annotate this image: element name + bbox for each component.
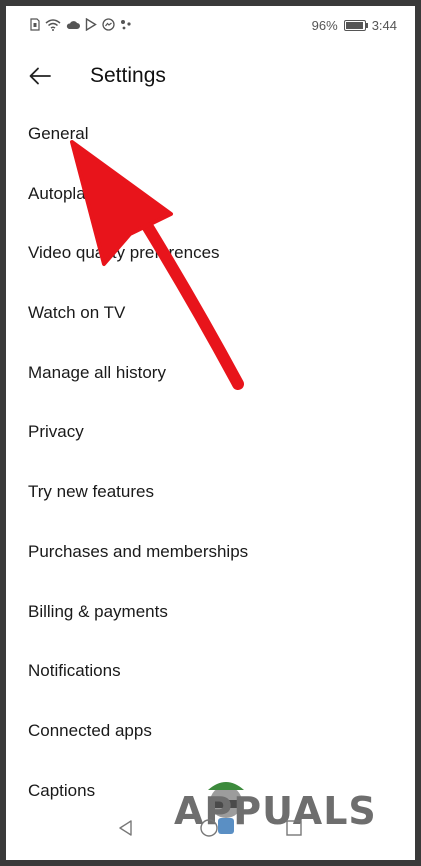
settings-item-try-new-features[interactable]: Try new features [6, 462, 415, 522]
settings-item-notifications[interactable]: Notifications [6, 641, 415, 701]
settings-item-autoplay[interactable]: Autoplay [6, 164, 415, 224]
circle-home-icon [200, 819, 218, 837]
play-store-icon [85, 18, 97, 31]
clock: 3:44 [371, 18, 397, 33]
nav-home-button[interactable] [197, 816, 221, 840]
settings-item-purchases[interactable]: Purchases and memberships [6, 522, 415, 582]
settings-item-billing[interactable]: Billing & payments [6, 582, 415, 642]
settings-item-general[interactable]: General [6, 104, 415, 164]
square-recents-icon [286, 820, 302, 836]
more-notifications-icon [121, 19, 131, 29]
triangle-back-icon [119, 820, 132, 836]
status-icons [30, 18, 132, 31]
status-bar: 96% 3:44 [6, 6, 415, 46]
arrow-left-icon [29, 67, 51, 85]
settings-item-manage-history[interactable]: Manage all history [6, 343, 415, 403]
settings-item-privacy[interactable]: Privacy [6, 402, 415, 462]
page-title: Settings [90, 64, 166, 87]
settings-list: General Autoplay Video quality preferenc… [6, 104, 415, 820]
cloud-icon [66, 20, 80, 29]
phone-screen: 96% 3:44 Settings General Autoplay Video… [0, 0, 421, 866]
messenger-icon [102, 18, 115, 31]
system-nav-bar [6, 810, 415, 846]
wifi-icon [45, 18, 61, 31]
sim-icon [30, 18, 40, 31]
back-button[interactable] [22, 58, 58, 94]
nav-back-button[interactable] [114, 816, 138, 840]
nav-recents-button[interactable] [282, 816, 306, 840]
settings-item-video-quality[interactable]: Video quality preferences [6, 223, 415, 283]
status-right: 96% 3:44 [312, 18, 397, 33]
battery-percent: 96% [311, 18, 338, 33]
app-bar: Settings [6, 50, 415, 104]
settings-item-watch-on-tv[interactable]: Watch on TV [6, 283, 415, 343]
settings-item-connected-apps[interactable]: Connected apps [6, 701, 415, 761]
battery-icon [343, 20, 368, 31]
